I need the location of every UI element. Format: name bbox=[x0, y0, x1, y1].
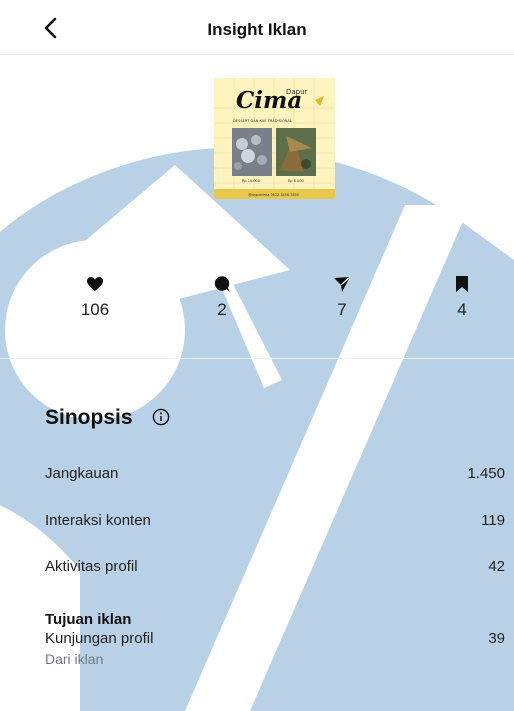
synopsis-title: Sinopsis bbox=[45, 406, 133, 429]
stat-likes: 106 bbox=[55, 274, 135, 334]
thumb-subtitle: DESSERT DAN KUE TRADISIONAL bbox=[233, 119, 292, 123]
metric-value: 42 bbox=[488, 558, 505, 575]
ad-goal-title: Tujuan iklan bbox=[45, 611, 132, 628]
thumb-caption-right: Rp 8.000 bbox=[288, 179, 304, 183]
share-icon bbox=[334, 276, 351, 292]
stat-saves: 4 bbox=[422, 274, 502, 334]
header-divider bbox=[0, 54, 514, 55]
header: Insight Iklan bbox=[0, 0, 514, 54]
stat-shares: 7 bbox=[302, 274, 382, 334]
thumb-footer: @dapurcima 0812-3456-7890 bbox=[248, 193, 299, 197]
stat-likes-count: 106 bbox=[80, 300, 110, 319]
metric-value: 1.450 bbox=[467, 465, 505, 482]
metric-label: Jangkauan bbox=[45, 465, 119, 482]
insight-screen: Insight Iklan Dapur Cima DESSERT DAN KUE… bbox=[0, 0, 514, 711]
info-icon[interactable] bbox=[152, 408, 170, 426]
ad-thumbnail[interactable]: Dapur Cima DESSERT DAN KUE TRADISIONAL R… bbox=[214, 78, 335, 199]
metric-label: Interaksi konten bbox=[45, 512, 151, 529]
metric-label: Aktivitas profil bbox=[45, 558, 138, 575]
stats-divider bbox=[0, 358, 514, 359]
comment-icon bbox=[214, 276, 230, 292]
thumb-caption-left: Rp 10.000 bbox=[242, 179, 260, 183]
metric-value: 119 bbox=[481, 512, 505, 529]
stat-saves-count: 4 bbox=[457, 300, 467, 319]
thumb-brand: Cima bbox=[236, 87, 302, 114]
ad-thumbnail-art: Dapur Cima DESSERT DAN KUE TRADISIONAL R… bbox=[214, 78, 335, 199]
ad-goal-sublabel: Dari iklan bbox=[45, 651, 104, 667]
stat-shares-count: 7 bbox=[337, 300, 347, 319]
bookmark-icon bbox=[456, 276, 468, 292]
stat-comments-count: 2 bbox=[217, 300, 227, 319]
stat-comments: 2 bbox=[182, 274, 262, 334]
engagement-stats: 106 2 7 4 bbox=[0, 274, 514, 334]
heart-icon bbox=[87, 277, 103, 291]
page-title: Insight Iklan bbox=[207, 20, 307, 39]
ad-goal-label: Kunjungan profil bbox=[45, 630, 154, 647]
ad-goal-value: 39 bbox=[488, 630, 505, 647]
